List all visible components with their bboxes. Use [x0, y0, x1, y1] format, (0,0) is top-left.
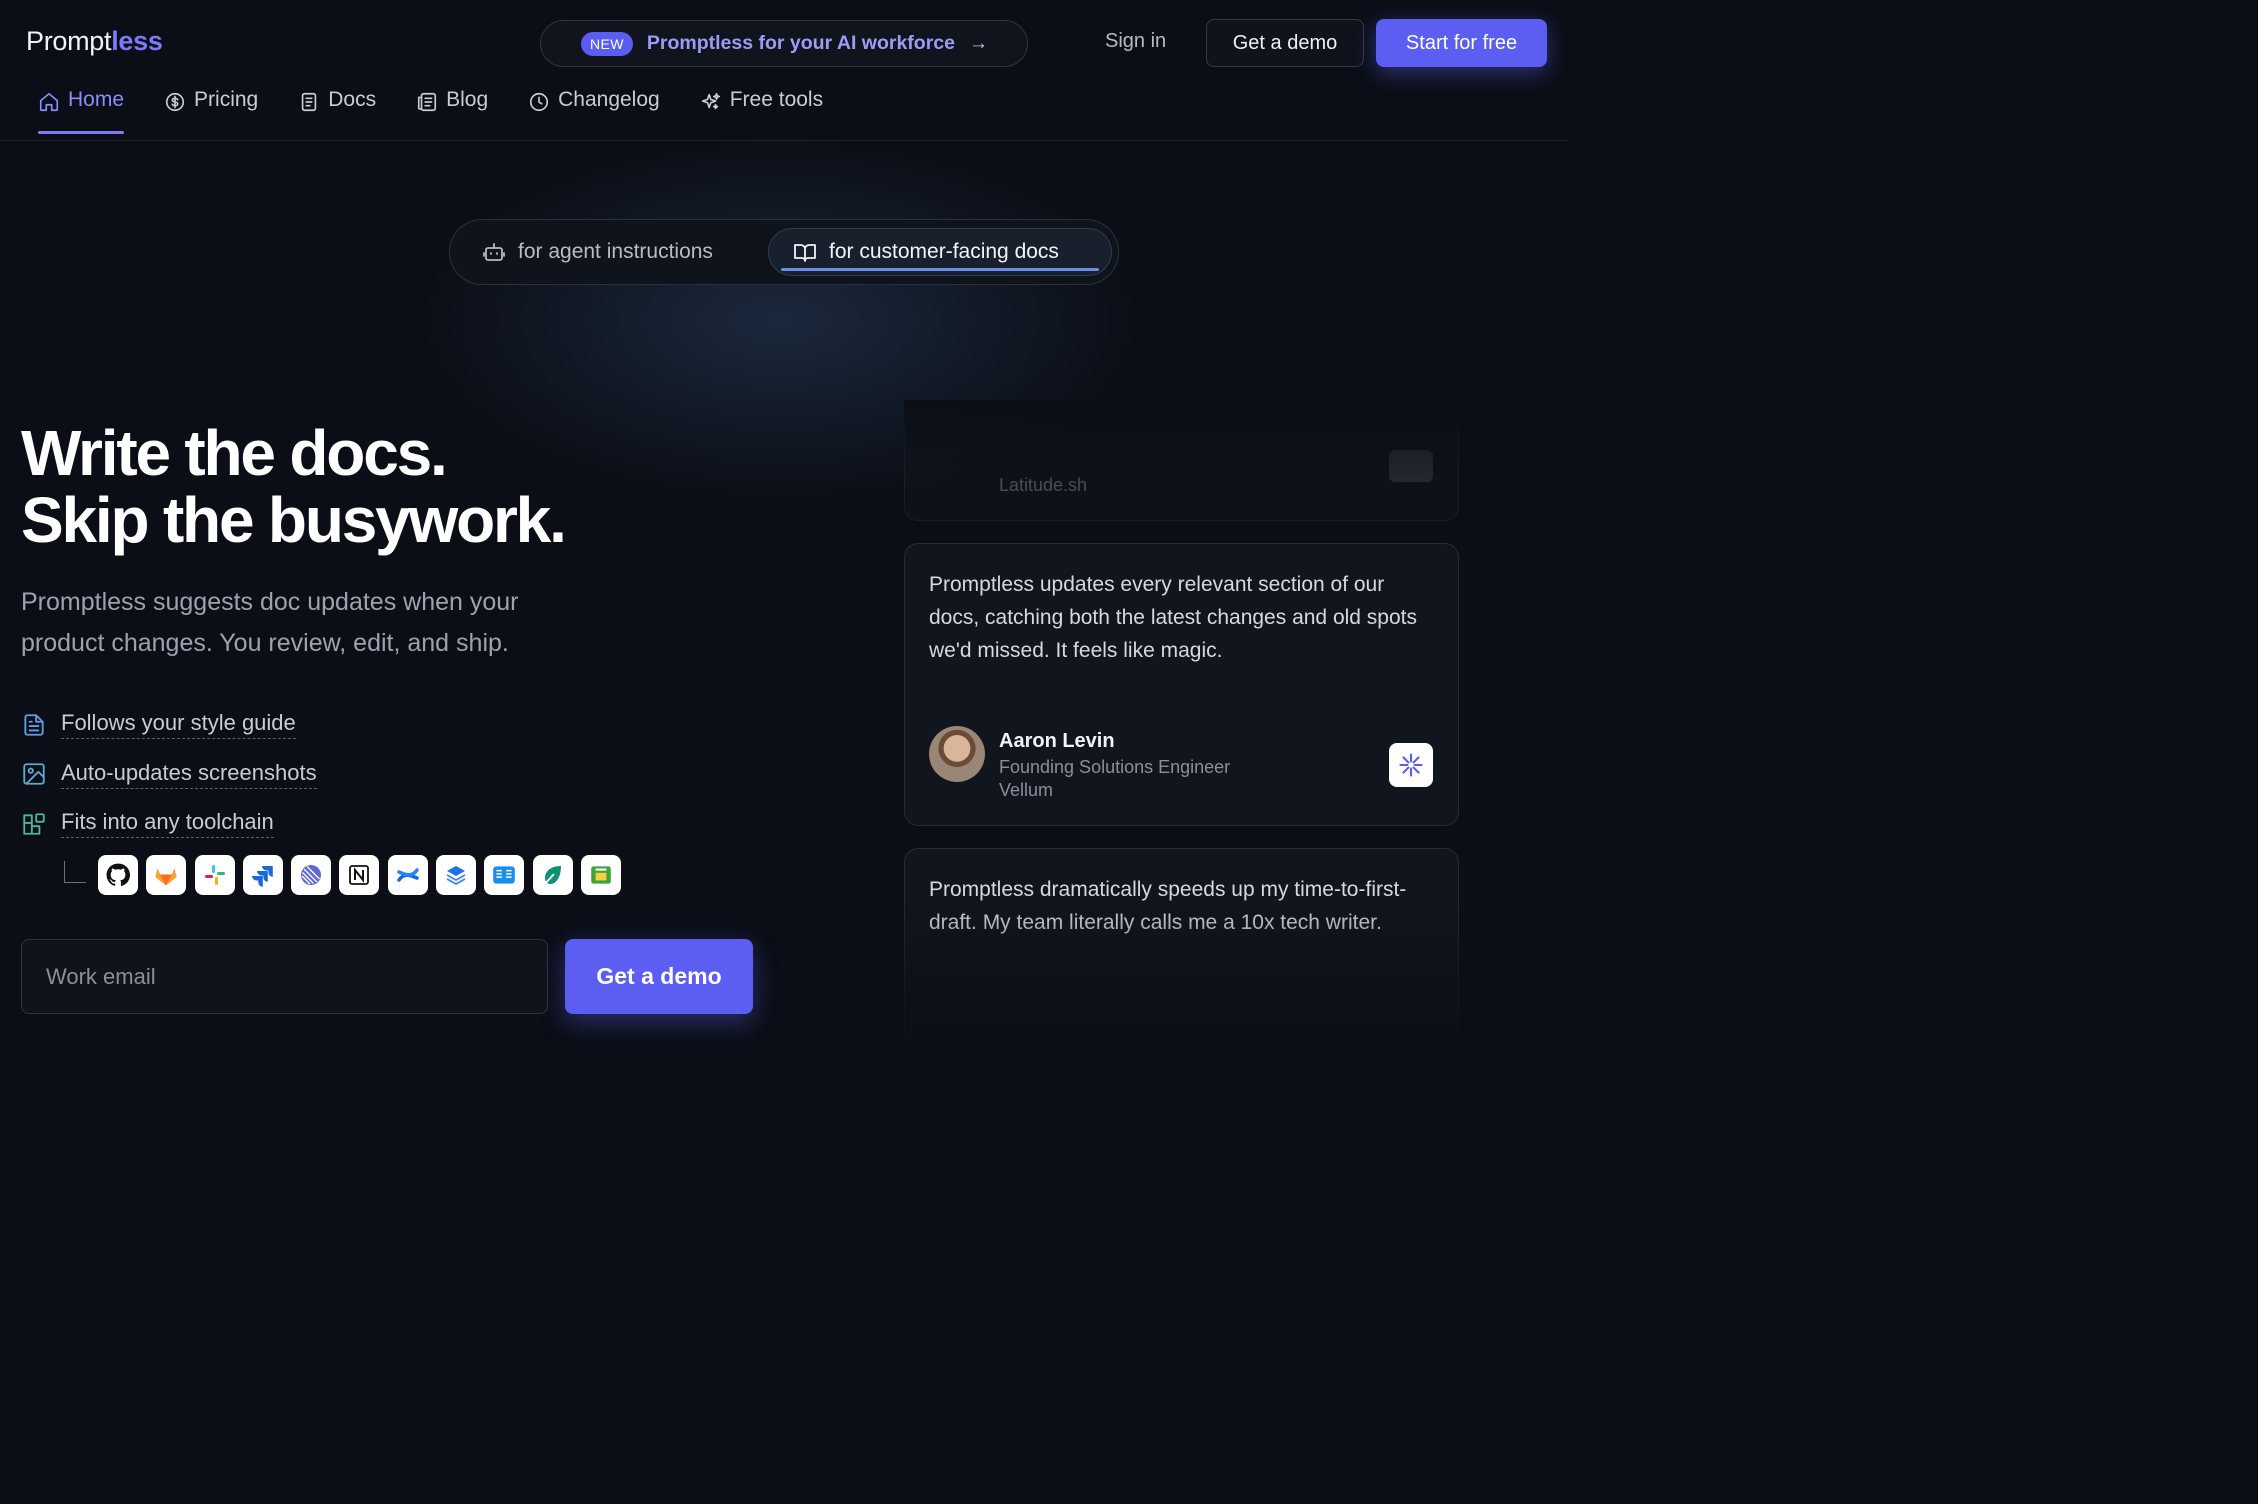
nav-item-changelog[interactable]: Changelog — [528, 88, 660, 134]
nav-label: Changelog — [558, 88, 660, 111]
headline-line: Write the docs. — [21, 417, 448, 489]
announcement-text: Promptless for your AI workforce — [646, 32, 955, 54]
toggle-label: for agent instructions — [518, 240, 713, 263]
testimonial-card: Latitude.sh — [904, 420, 1459, 521]
toggle-customer-docs[interactable]: for customer-facing docs — [768, 228, 1112, 276]
testimonial-name: Aaron Levin — [999, 730, 1115, 752]
nav-label: Pricing — [194, 88, 259, 111]
avatar — [929, 726, 985, 782]
blocks-icon — [23, 813, 45, 835]
start-free-button[interactable]: Start for free — [1376, 19, 1547, 67]
selected-indicator — [781, 268, 1099, 271]
new-badge: NEW — [581, 31, 633, 56]
github-icon — [98, 855, 138, 895]
clock-icon — [530, 92, 549, 112]
feature-label[interactable]: Follows your style guide — [61, 710, 296, 740]
testimonial-card: Promptless updates every relevant sectio… — [904, 543, 1459, 826]
sign-in-link[interactable]: Sign in — [1105, 30, 1166, 53]
headline-line: Skip the busywork. — [21, 484, 567, 556]
sparkles-icon — [701, 92, 720, 110]
nav-label: Blog — [446, 88, 489, 111]
slack-icon — [194, 855, 235, 895]
jira-icon — [242, 855, 283, 895]
readme-icon — [436, 855, 477, 895]
announcement-pill[interactable]: NEW Promptless for your AI workforce → — [540, 20, 1028, 67]
gitlab-icon — [146, 855, 187, 895]
company-logo-icon — [1389, 450, 1433, 482]
main-nav: Home Pricing Docs Blog Changelog Free to… — [38, 88, 863, 138]
nav-label: Home — [68, 88, 125, 111]
logo[interactable]: Promptless — [26, 26, 163, 57]
mintlify-icon — [532, 855, 573, 895]
newspaper-icon — [418, 92, 437, 112]
feature-label[interactable]: Fits into any toolchain — [61, 809, 274, 839]
nav-item-docs[interactable]: Docs — [298, 88, 376, 134]
file-text-icon — [24, 714, 44, 736]
image-icon — [23, 763, 45, 785]
toggle-label: for customer-facing docs — [829, 240, 1059, 263]
gitbook-icon — [484, 855, 525, 895]
notion-icon — [339, 855, 380, 895]
logo-main: Prompt — [26, 26, 112, 56]
testimonial-company: Latitude.sh — [999, 475, 1088, 495]
tree-connector — [64, 861, 86, 883]
integration-logos — [64, 855, 629, 895]
get-demo-button[interactable]: Get a demo — [1206, 19, 1364, 67]
nav-item-blog[interactable]: Blog — [416, 88, 488, 134]
robot-icon — [483, 243, 505, 261]
testimonial-quote: Promptless dramatically speeds up my tim… — [929, 878, 1407, 934]
feature-item: Auto-updates screenshots — [21, 750, 317, 800]
nav-label: Free tools — [729, 88, 824, 111]
nav-item-pricing[interactable]: Pricing — [164, 88, 258, 134]
site-header: Promptless NEW Promptless for your AI wo… — [0, 0, 1568, 141]
nav-label: Docs — [328, 88, 377, 111]
nav-item-home[interactable]: Home — [38, 88, 125, 134]
testimonial-company: Vellum — [999, 780, 1054, 800]
testimonial-role: Founding Solutions Engineer — [999, 757, 1231, 777]
hero-subhead: Promptless suggests doc updates when you… — [21, 588, 519, 657]
zendesk-icon — [580, 855, 621, 895]
testimonial-card: Promptless dramatically speeds up my tim… — [904, 848, 1459, 1044]
nav-item-free-tools[interactable]: Free tools — [700, 88, 823, 134]
arrow-right-icon: → — [968, 32, 988, 54]
feature-list: Follows your style guide Auto-updates sc… — [21, 700, 317, 849]
toggle-agent-instructions[interactable]: for agent instructions — [458, 228, 737, 276]
feature-item: Fits into any toolchain — [21, 799, 317, 849]
linear-icon — [291, 855, 332, 895]
audience-toggle: for agent instructions for customer-faci… — [449, 219, 1119, 285]
feature-item: Follows your style guide — [21, 700, 317, 750]
confluence-icon — [387, 855, 428, 895]
testimonial-quote: Promptless updates every relevant sectio… — [929, 573, 1417, 662]
logo-accent: less — [111, 26, 163, 56]
document-icon — [301, 92, 317, 112]
vellum-logo-icon — [1389, 743, 1433, 787]
work-email-input[interactable]: Work email — [21, 939, 548, 1014]
hero-headline: Write the docs. Skip the busywork. — [21, 417, 567, 556]
get-demo-cta-button[interactable]: Get a demo — [565, 939, 753, 1014]
home-icon — [39, 92, 59, 112]
book-icon — [794, 244, 816, 262]
feature-label[interactable]: Auto-updates screenshots — [61, 760, 317, 789]
dollar-icon — [165, 92, 185, 112]
